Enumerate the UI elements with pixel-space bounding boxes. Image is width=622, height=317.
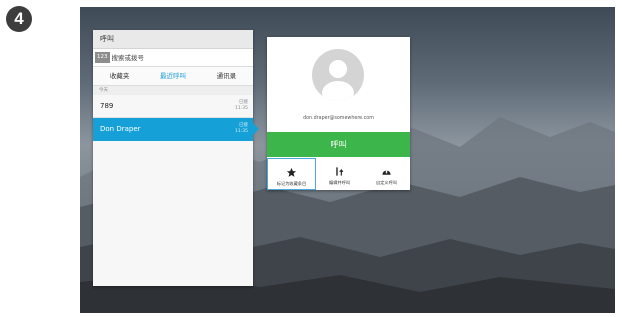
action-label: 自定义呼叫 (376, 180, 397, 185)
list-item[interactable]: 789 已接 11:35 (93, 95, 253, 118)
call-panel: 呼叫 123 收藏夹 最近呼叫 通讯录 今天 789 已接 11:35 Don … (93, 30, 259, 286)
list-item-meta: 已接 11:35 (235, 123, 248, 135)
add-to-favorites-button[interactable]: 标记为收藏条目 (267, 158, 316, 190)
tab-recent-calls[interactable]: 最近呼叫 (146, 67, 199, 85)
list-item-name: 789 (100, 102, 114, 110)
person-icon (322, 60, 354, 101)
call-status: 已接 (239, 123, 248, 128)
action-label: 编辑并呼叫 (329, 180, 350, 185)
list-item-selected[interactable]: Don Draper 已接 11:35 (93, 118, 259, 141)
keypad-button[interactable]: 123 (95, 52, 110, 63)
action-label: 标记为收藏条目 (276, 181, 307, 186)
call-time: 11:35 (235, 129, 248, 134)
step-number-badge: 4 (6, 6, 32, 32)
device-screen: 呼叫 123 收藏夹 最近呼叫 通讯录 今天 789 已接 11:35 Don … (80, 7, 615, 313)
call-button[interactable]: 呼叫 (267, 132, 410, 157)
custom-ringtone-icon (382, 170, 391, 175)
contact-card: don.draper@somewhere.com 呼叫 标记为收藏条目 编辑并呼… (267, 37, 410, 190)
tab-favorites[interactable]: 收藏夹 (93, 67, 146, 85)
action-row: 标记为收藏条目 编辑并呼叫 自定义呼叫 (267, 158, 410, 190)
custom-ringtone-button[interactable]: 自定义呼叫 (363, 158, 410, 190)
edit-and-call-icon (336, 167, 344, 176)
star-icon (286, 167, 297, 177)
tab-bar: 收藏夹 最近呼叫 通讯录 (93, 67, 253, 86)
list-item-name: Don Draper (100, 125, 141, 133)
call-status: 已接 (239, 100, 248, 105)
search-row: 123 (93, 49, 253, 67)
avatar (312, 49, 364, 101)
list-item-meta: 已接 11:35 (235, 100, 248, 112)
call-panel-title: 呼叫 (93, 30, 253, 49)
contact-email: don.draper@somewhere.com (303, 116, 374, 121)
call-time: 11:35 (235, 106, 248, 111)
search-input[interactable] (111, 53, 222, 62)
tab-directory[interactable]: 通讯录 (200, 67, 253, 85)
section-label-today: 今天 (93, 86, 253, 95)
edit-and-call-button[interactable]: 编辑并呼叫 (316, 158, 363, 190)
